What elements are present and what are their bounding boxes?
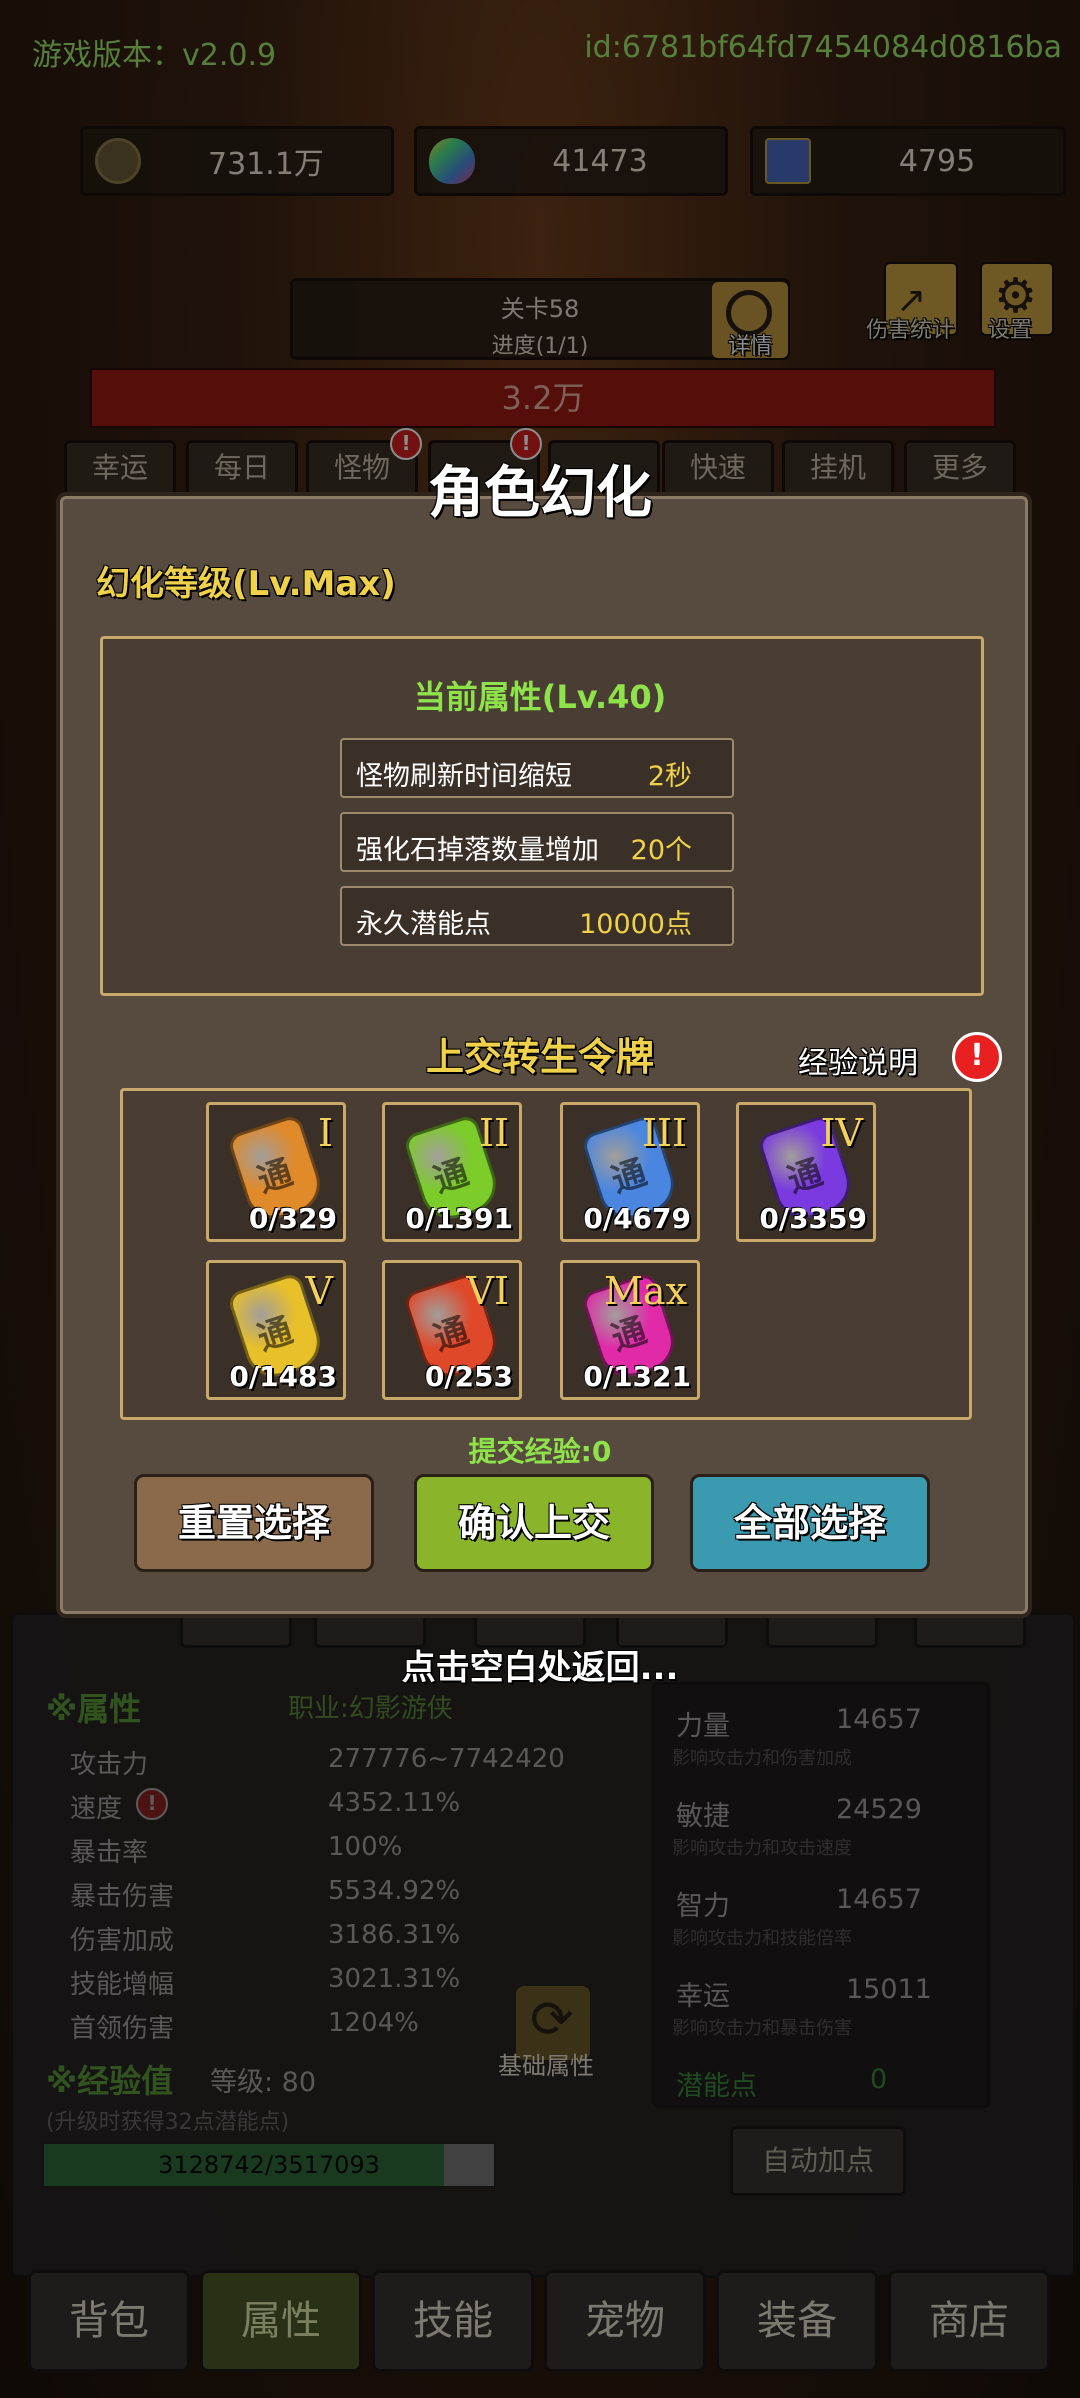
token-item[interactable]: 通 V 0/1483 [206, 1260, 346, 1400]
token-tier: V [305, 1269, 333, 1313]
attr-name: 强化石掉落数量增加 [356, 835, 599, 866]
token-item[interactable]: 通 II 0/1391 [382, 1102, 522, 1242]
token-item[interactable]: 通 I 0/329 [206, 1102, 346, 1242]
token-tier: VI [466, 1269, 509, 1313]
current-attr-title: 当前属性(Lv.40) [413, 678, 667, 716]
token-count: 0/253 [424, 1360, 513, 1393]
token-item[interactable]: 通 VI 0/253 [382, 1260, 522, 1400]
exp-info-label[interactable]: 经验说明 [798, 1038, 918, 1082]
attr-value: 2秒 [647, 761, 692, 792]
reset-selection-button[interactable]: 重置选择 [134, 1474, 374, 1572]
token-item[interactable]: 通 Max 0/1321 [560, 1260, 700, 1400]
attr-row: 强化石掉落数量增加 20个 [340, 812, 734, 872]
token-tier: Max [604, 1269, 687, 1313]
attr-name: 永久潜能点 [356, 909, 491, 940]
attr-row: 怪物刷新时间缩短 2秒 [340, 738, 734, 798]
modal-title: 角色幻化 [428, 461, 652, 526]
token-count: 0/4679 [583, 1202, 691, 1235]
attr-value: 10000点 [579, 909, 692, 940]
token-tier: I [317, 1111, 333, 1155]
token-tier: III [641, 1111, 687, 1155]
token-item[interactable]: 通 IV 0/3359 [736, 1102, 876, 1242]
token-item[interactable]: 通 III 0/4679 [560, 1102, 700, 1242]
close-hint: 点击空白处返回... [401, 1648, 679, 1688]
token-count: 0/1483 [229, 1360, 337, 1393]
confirm-submit-button[interactable]: 确认上交 [414, 1474, 654, 1572]
token-tier: IV [820, 1111, 863, 1155]
token-count: 0/3359 [759, 1202, 867, 1235]
token-tier: II [478, 1111, 509, 1155]
attr-value: 20个 [630, 835, 692, 866]
token-count: 0/1321 [583, 1360, 691, 1393]
token-count: 0/1391 [405, 1202, 513, 1235]
token-title: 上交转生令牌 [425, 1035, 654, 1079]
attr-row: 永久潜能点 10000点 [340, 886, 734, 946]
exp-info-icon[interactable]: ! [952, 1032, 1002, 1082]
token-count: 0/329 [248, 1202, 337, 1235]
select-all-button[interactable]: 全部选择 [690, 1474, 930, 1572]
transform-level: 幻化等级(Lv.Max) [96, 564, 396, 604]
submit-exp-label: 提交经验:0 [468, 1435, 612, 1468]
attr-name: 怪物刷新时间缩短 [356, 761, 572, 792]
